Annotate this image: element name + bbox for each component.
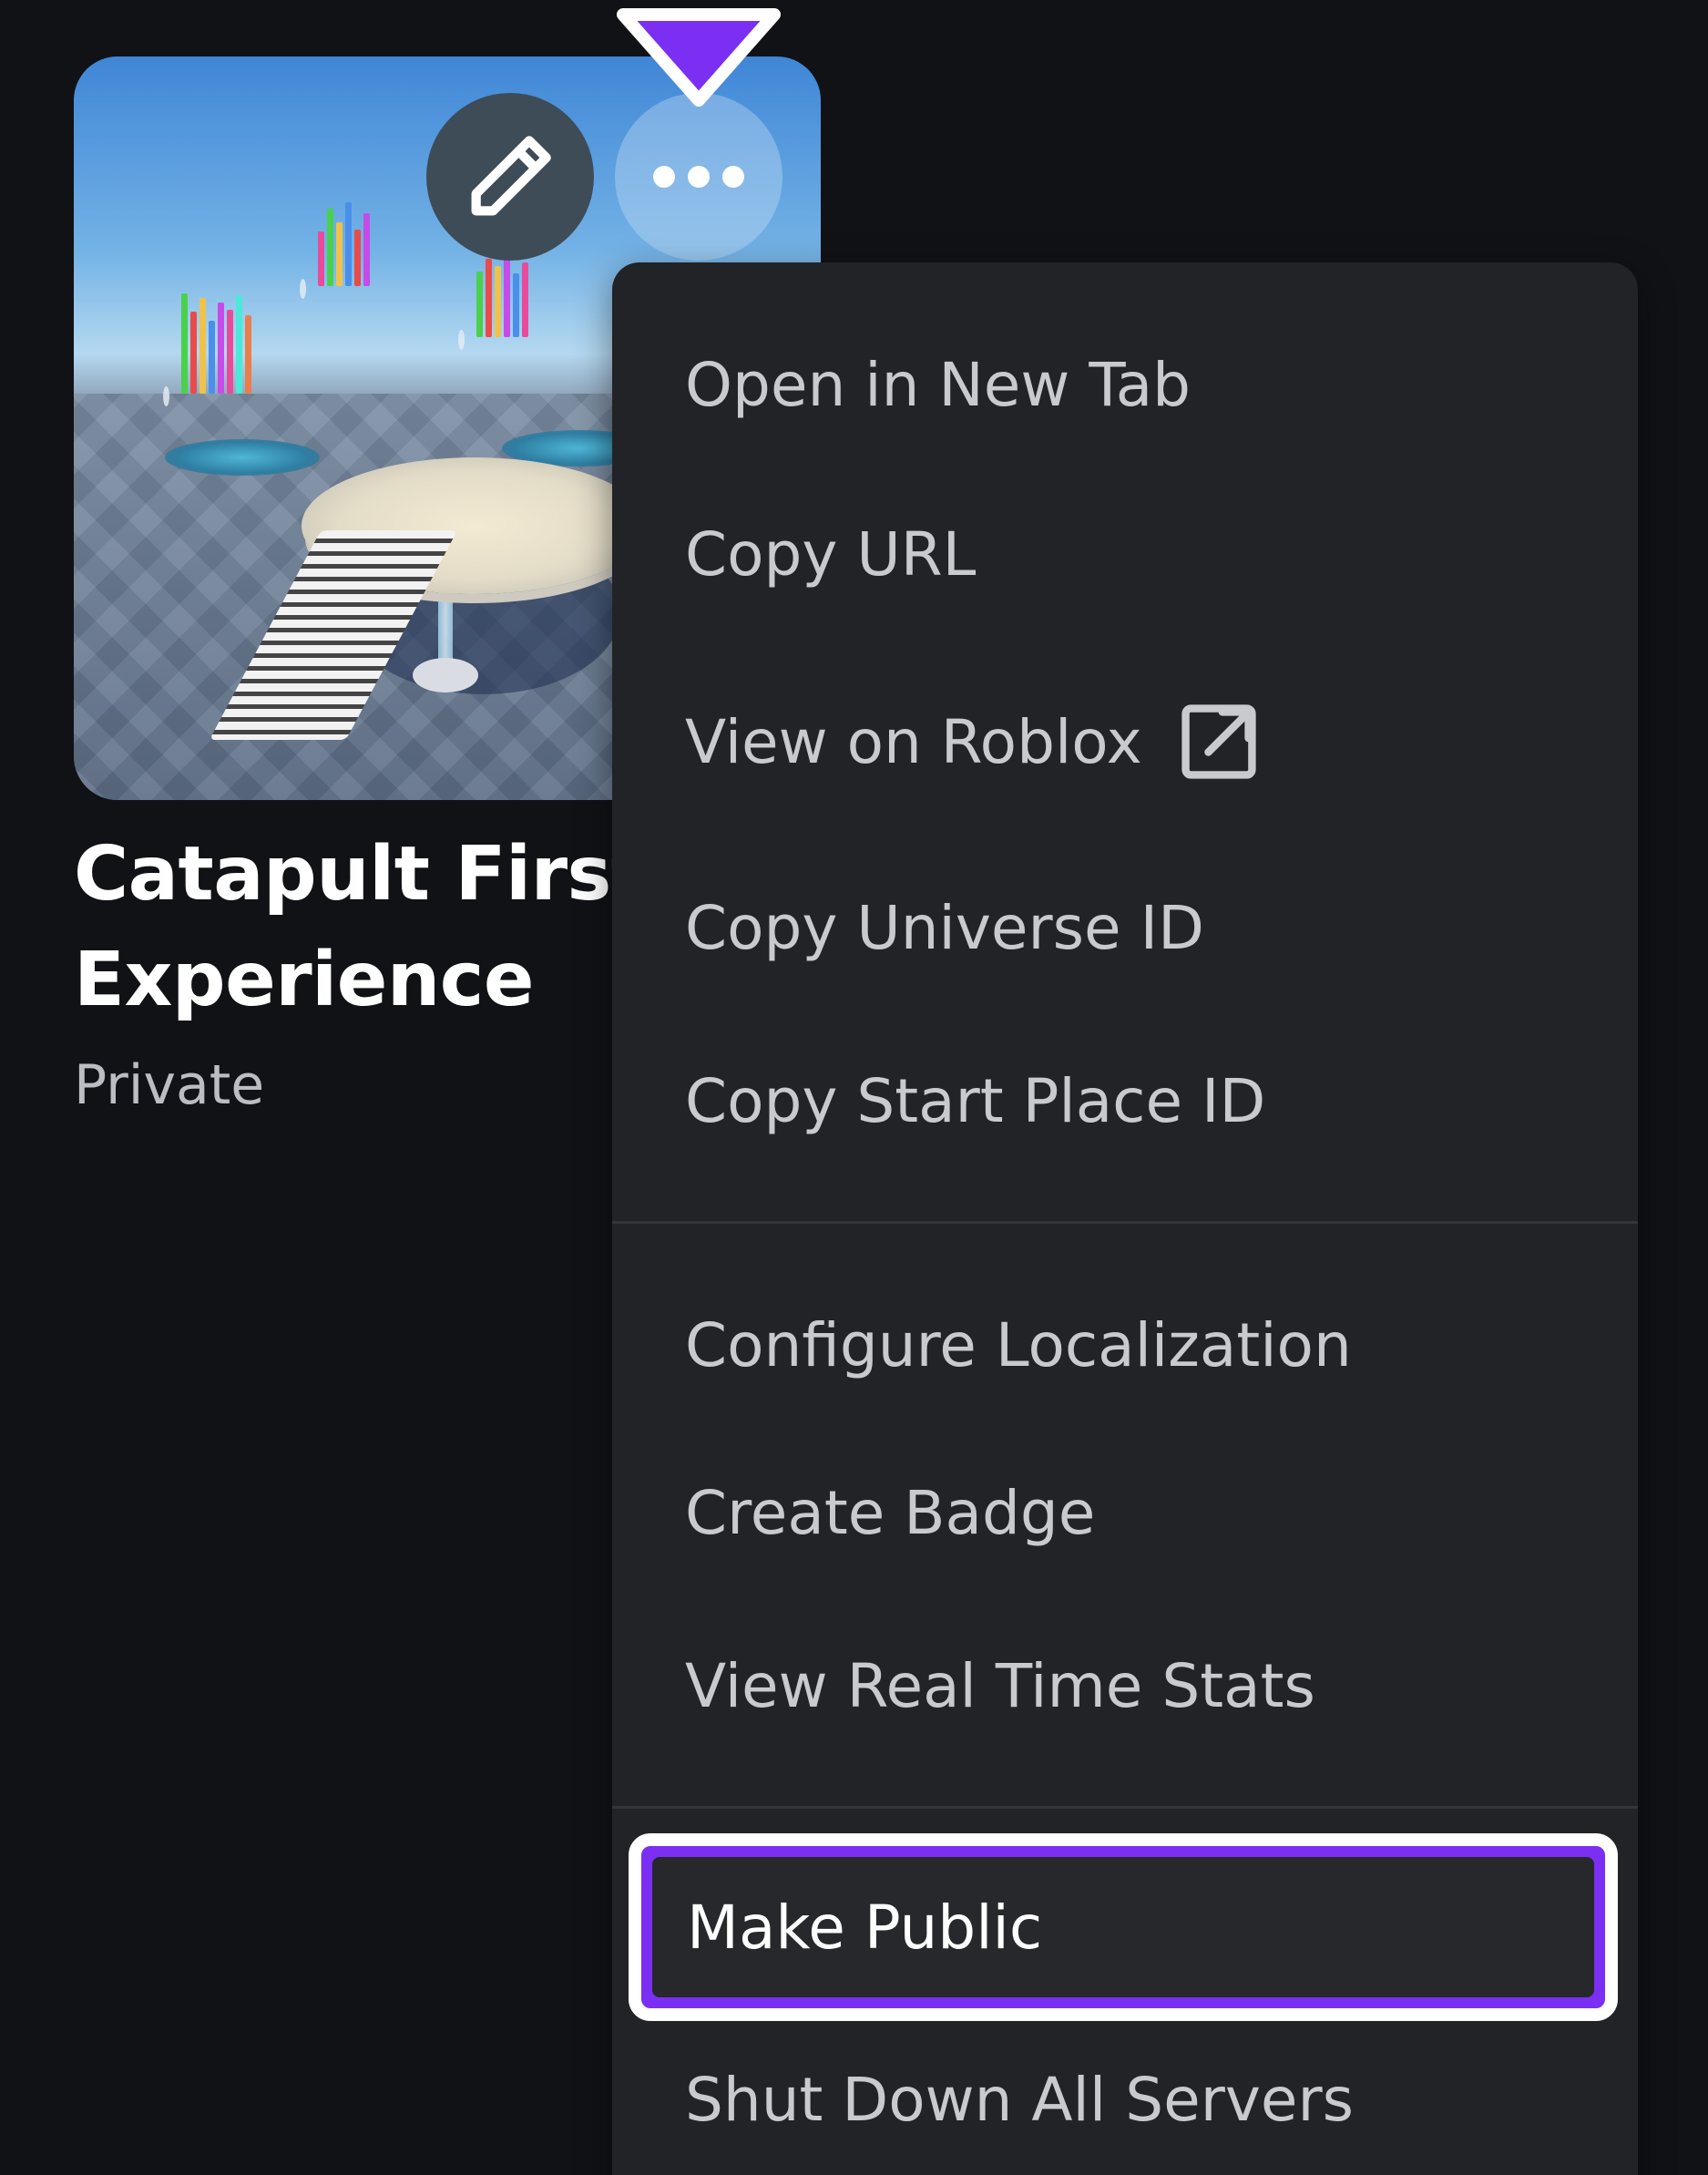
pointer-triangle-icon [617, 8, 781, 107]
page: Catapult First Experience Private Open i… [0, 0, 1708, 2175]
menu-item-label: Copy Start Place ID [685, 1065, 1266, 1136]
context-menu: Open in New Tab Copy URL View on Roblox … [612, 262, 1638, 2175]
menu-item-copy-universe-id[interactable]: Copy Universe ID [612, 855, 1638, 1000]
menu-item-configure-localization[interactable]: Configure Localization [612, 1272, 1638, 1418]
menu-item-copy-url[interactable]: Copy URL [612, 481, 1638, 627]
menu-item-label: Open in New Tab [685, 349, 1192, 420]
menu-item-make-public[interactable]: Make Public [629, 1833, 1618, 2021]
pencil-icon [471, 136, 551, 216]
menu-item-label: View Real Time Stats [685, 1650, 1315, 1721]
menu-item-copy-start-place-id[interactable]: Copy Start Place ID [612, 1028, 1638, 1174]
menu-item-label: Create Badge [685, 1477, 1096, 1548]
more-horizontal-icon [653, 166, 744, 188]
external-link-icon [1181, 704, 1256, 779]
thumbnail-bar-cluster [300, 202, 370, 299]
more-options-button[interactable] [615, 93, 782, 261]
thumbnail-bar-cluster [163, 293, 251, 406]
thumbnail-pad [165, 439, 320, 476]
menu-item-view-on-roblox[interactable]: View on Roblox [612, 669, 1638, 815]
experience-status: Private [74, 1053, 265, 1117]
menu-item-create-badge[interactable]: Create Badge [612, 1440, 1638, 1585]
thumbnail-base [413, 658, 478, 693]
thumbnail-bar-cluster [458, 255, 528, 350]
menu-item-label: Configure Localization [685, 1309, 1352, 1380]
menu-item-label: Make Public [687, 1892, 1043, 1963]
menu-item-shut-down-all-servers[interactable]: Shut Down All Servers [612, 2026, 1638, 2172]
edit-button[interactable] [426, 93, 594, 261]
menu-divider [612, 1221, 1638, 1224]
menu-item-view-real-time-stats[interactable]: View Real Time Stats [612, 1613, 1638, 1759]
menu-divider [612, 1806, 1638, 1809]
menu-item-label: Copy Universe ID [685, 892, 1204, 963]
menu-item-open-in-new-tab[interactable]: Open in New Tab [612, 312, 1638, 457]
menu-item-focus-inner: Make Public [652, 1857, 1594, 1997]
menu-item-label: Shut Down All Servers [685, 2064, 1355, 2135]
menu-item-label: View on Roblox [685, 706, 1142, 777]
menu-item-label: Copy URL [685, 518, 977, 590]
